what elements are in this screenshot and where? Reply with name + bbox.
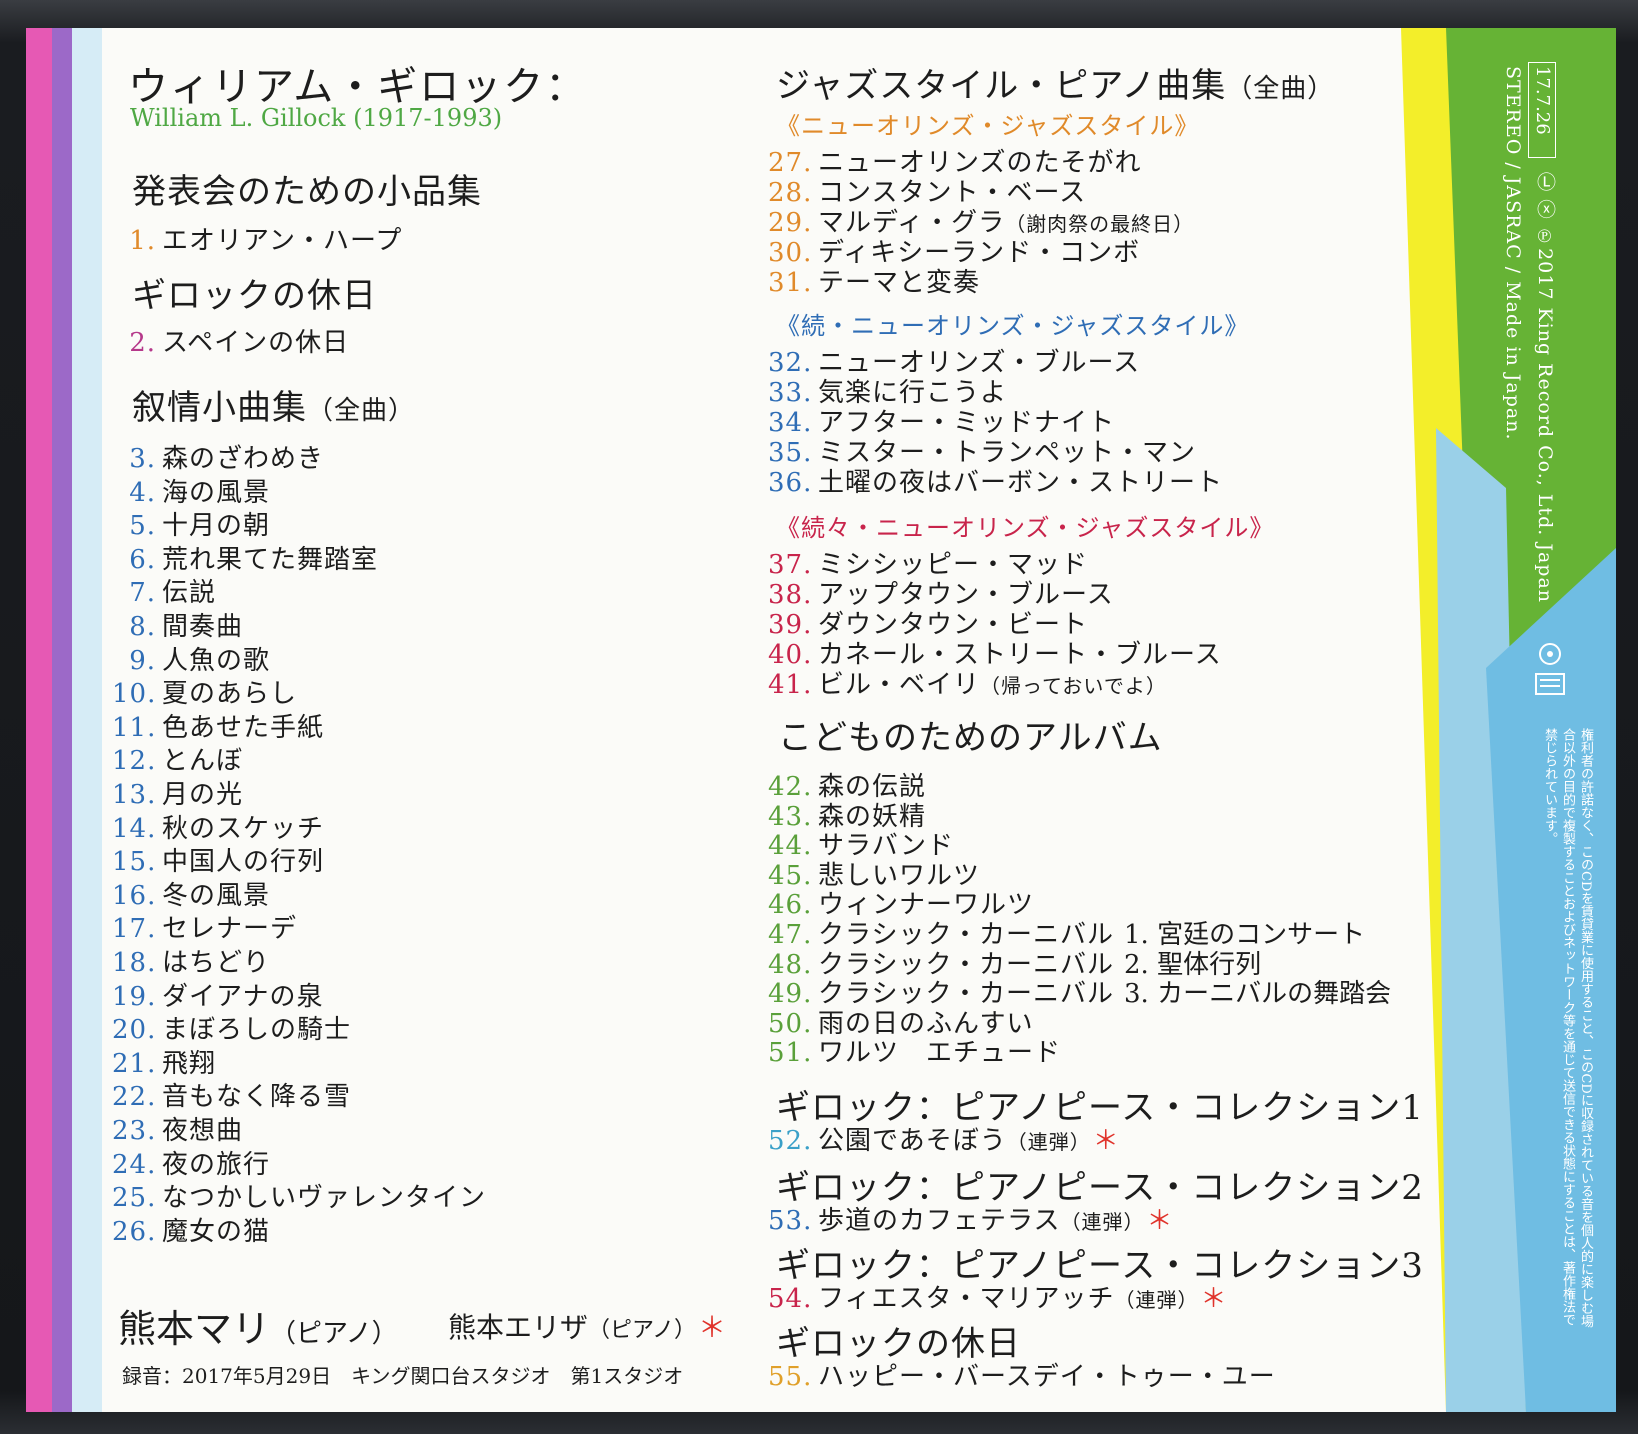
performer-eliza: 熊本エリザ（ピアノ）＊	[448, 1311, 727, 1344]
track-18: 18. はちどり	[112, 948, 271, 978]
track-4: 4. 海の風景	[129, 477, 271, 508]
track-7: 7. 伝説	[129, 578, 217, 609]
release-date: 17.7.26	[1532, 66, 1553, 135]
stereo-jasrac-text: STEREO / JASRAC / Made in Japan.	[1502, 66, 1524, 441]
section-title-gillock-holiday: ギロックの休日	[132, 276, 377, 316]
copyright-notice: 権利者の許諾なく、このCDを賃貸業に使用すること、このCDに収録されている音を個…	[1542, 728, 1593, 1328]
track-3: 3. 森のざわめき	[129, 444, 325, 474]
carnival-movement: 3. カーニバルの舞踏会	[1124, 979, 1392, 1010]
track-1: 1. エオリアン・ハープ	[129, 226, 403, 256]
track-25: 25. なつかしいヴァレンタイン	[112, 1183, 487, 1214]
track-13: 13. 月の光	[112, 780, 244, 810]
page-title-english: William L. Gillock (1917-1993)	[130, 104, 503, 132]
track-53: 53. 歩道のカフェテラス（連弾）＊	[768, 1206, 1174, 1236]
track-52: 52. 公園であそぼう（連弾）＊	[768, 1126, 1120, 1156]
performer-mari: 熊本マリ（ピアノ）	[118, 1307, 398, 1351]
section-title-childrens-album: こどものためのアルバム	[778, 718, 1163, 758]
track-10: 10. 夏のあらし	[112, 679, 298, 710]
track-17: 17. セレナーデ	[112, 914, 298, 945]
subsection-new-orleans: 《ニューオリンズ・ジャズスタイル》	[776, 112, 1200, 140]
track-26: 26. 魔女の猫	[112, 1216, 271, 1247]
copyright-text: Ⓛ ⓧ ℗2017 King Record Co., Ltd. Japan	[1534, 172, 1556, 604]
track-9: 9. 人魚の歌	[129, 645, 271, 676]
track-31: 31. テーマと変奏	[768, 268, 981, 298]
track-24: 24. 夜の旅行	[112, 1149, 271, 1180]
track-55: 55. ハッピー・バースデイ・トゥー・ユー	[768, 1362, 1276, 1392]
track-12: 12. とんぼ	[112, 746, 244, 777]
recording-info: 録音：2017年5月29日 キング関口台スタジオ 第1スタジオ	[122, 1364, 684, 1388]
track-8: 8. 間奏曲	[129, 612, 244, 642]
track-5: 5. 十月の朝	[129, 511, 271, 542]
subsection-new-orleans-2: 《続・ニューオリンズ・ジャズスタイル》	[776, 312, 1250, 340]
track-6: 6. 荒れ果てた舞踏室	[129, 544, 379, 575]
track-23: 23. 夜想曲	[112, 1116, 244, 1146]
track-20: 20. まぼろしの騎士	[112, 1015, 352, 1046]
track-11: 11. 色あせた手紙	[112, 712, 325, 743]
track-16: 16. 冬の風景	[112, 880, 271, 911]
track-21: 21. 飛翔	[112, 1048, 217, 1079]
section-title-lyric-pieces: 叙情小曲集（全曲）	[132, 388, 416, 428]
track-19: 19. ダイアナの泉	[112, 981, 324, 1012]
subsection-new-orleans-3: 《続々・ニューオリンズ・ジャズスタイル》	[776, 514, 1275, 542]
track-54: 54. フィエスタ・マリアッチ（連弾）＊	[768, 1284, 1228, 1314]
track-51: 51. ワルツ エチュード	[768, 1038, 1062, 1069]
track-41: 41. ビル・ベイリ（帰っておいでよ）	[768, 670, 1167, 700]
track-15: 15. 中国人の行列	[112, 847, 325, 878]
section-title-jazz-style: ジャズスタイル・ピアノ曲集（全曲）	[776, 66, 1335, 106]
compact-disc-logo-icon	[1535, 643, 1565, 695]
track-2: 2. スペインの休日	[129, 328, 350, 358]
section-title-recital-pieces: 発表会のための小品集	[132, 172, 482, 212]
track-36: 36. 土曜の夜はバーボン・ストリート	[768, 468, 1224, 498]
track-22: 22. 音もなく降る雪	[112, 1082, 352, 1113]
track-14: 14. 秋のスケッチ	[112, 813, 325, 844]
